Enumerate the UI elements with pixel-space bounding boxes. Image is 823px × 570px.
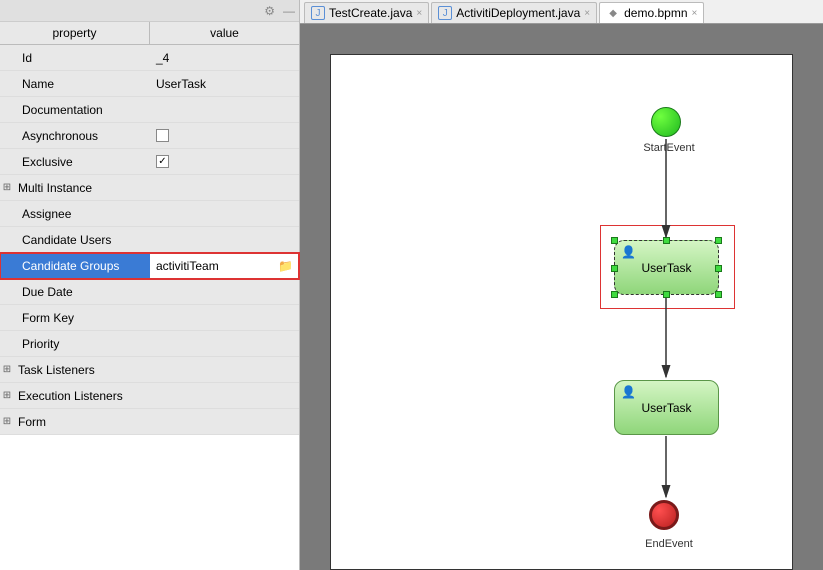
property-row-asynchronous[interactable]: Asynchronous [0,123,299,149]
canvas-wrapper: StartEvent 👤 UserTask 👤 UserTask EndEven… [300,24,823,570]
property-value[interactable]: 📁 [150,253,299,278]
bpmn-canvas[interactable]: StartEvent 👤 UserTask 👤 UserTask EndEven… [330,54,793,570]
property-label: Candidate Users [14,233,150,247]
property-label: Candidate Groups [14,253,150,278]
property-row-due-date[interactable]: Due Date [0,279,299,305]
property-row-multi-instance[interactable]: ⊞Multi Instance [0,175,299,201]
header-value: value [150,22,299,44]
gear-icon[interactable]: ⚙ [264,4,275,18]
expand-icon [0,253,14,278]
minimize-icon[interactable]: — [283,4,295,18]
editor-tabs: J TestCreate.java × J ActivitiDeployment.jav… [300,0,823,24]
property-row-form-key[interactable]: Form Key [0,305,299,331]
property-row-priority[interactable]: Priority [0,331,299,357]
property-label: Assignee [14,207,150,221]
table-header: property value [0,22,299,45]
property-label: Execution Listeners [14,389,150,403]
checkbox[interactable]: ✓ [156,155,169,168]
property-label: Form [14,415,150,429]
property-row-candidate-users[interactable]: Candidate Users [0,227,299,253]
property-label: Asynchronous [14,129,150,143]
property-row-candidate-groups[interactable]: Candidate Groups 📁 [0,253,299,279]
value-input[interactable] [156,259,278,273]
tab-label: ActivitiDeployment.java [456,6,580,20]
property-value[interactable]: UserTask [150,77,299,91]
close-icon[interactable]: × [584,8,590,19]
property-row-exclusive[interactable]: Exclusive ✓ [0,149,299,175]
tab-demo-bpmn[interactable]: ◆ demo.bpmn × [599,2,704,23]
property-row-id[interactable]: Id_4 [0,45,299,71]
property-label: Form Key [14,311,150,325]
property-label: Priority [14,337,150,351]
editor-area: J TestCreate.java × J ActivitiDeployment.jav… [300,0,823,570]
header-property: property [0,22,150,44]
property-row-task-listeners[interactable]: ⊞Task Listeners [0,357,299,383]
expand-icon[interactable]: ⊞ [0,182,14,193]
property-row-assignee[interactable]: Assignee [0,201,299,227]
property-label: Name [14,77,150,91]
tab-label: TestCreate.java [329,6,412,20]
tab-ActivitiDeployment-java[interactable]: J ActivitiDeployment.java × [431,2,597,23]
property-label: Documentation [14,103,150,117]
close-icon[interactable]: × [416,8,422,19]
property-list: Id_4NameUserTaskDocumentationAsynchronou… [0,45,299,435]
property-label: Exclusive [14,155,150,169]
properties-panel: ⚙ — property value Id_4NameUserTaskDocum… [0,0,300,570]
property-label: Task Listeners [14,363,150,377]
property-row-name[interactable]: NameUserTask [0,71,299,97]
browse-icon[interactable]: 📁 [278,259,293,273]
expand-icon[interactable]: ⊞ [0,364,14,375]
expand-icon[interactable]: ⊞ [0,416,14,427]
close-icon[interactable]: × [692,8,698,19]
panel-empty-area [0,435,299,570]
property-row-execution-listeners[interactable]: ⊞Execution Listeners [0,383,299,409]
property-row-form[interactable]: ⊞Form [0,409,299,435]
property-label: Due Date [14,285,150,299]
flow-arrows [331,55,823,570]
panel-toolbar: ⚙ — [0,0,299,22]
java-file-icon: J [438,6,452,20]
java-file-icon: J [311,6,325,20]
bpmn-file-icon: ◆ [606,6,620,20]
tab-label: demo.bpmn [624,6,687,20]
property-value[interactable]: ✓ [150,155,299,168]
checkbox[interactable] [156,129,169,142]
property-label: Id [14,51,150,65]
property-label: Multi Instance [14,181,150,195]
tab-TestCreate-java[interactable]: J TestCreate.java × [304,2,429,23]
property-row-documentation[interactable]: Documentation [0,97,299,123]
property-value[interactable]: _4 [150,51,299,65]
property-value[interactable] [150,129,299,142]
expand-icon[interactable]: ⊞ [0,390,14,401]
